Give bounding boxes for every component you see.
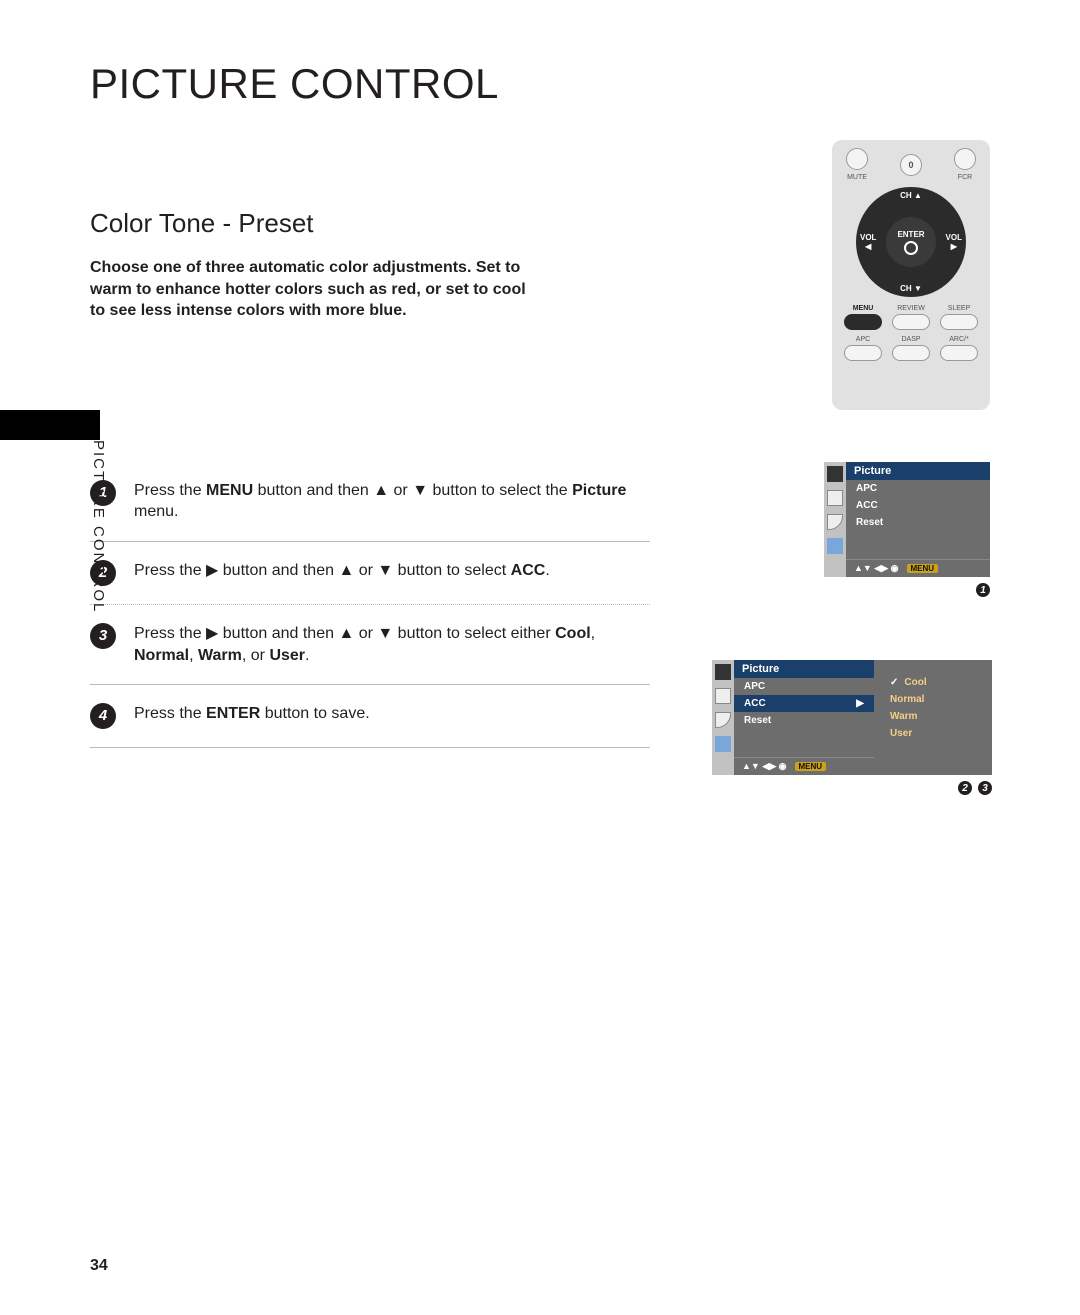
arc-label: ARC/* [949,336,968,343]
ch-up-label: CH ▲ [900,191,922,200]
osd2-item-acc-selected: ACC ▶ [734,695,874,712]
osd2-opt-cool: ✓Cool [874,674,992,691]
page-title: PICTURE CONTROL [90,60,990,108]
apc-button [844,345,882,361]
arc-button [940,345,978,361]
osd-icon-picture [715,664,731,680]
menu-label: MENU [853,305,874,312]
osd2-opt-normal: Normal [874,691,992,708]
osd-screenshot-2: Picture APC ACC ▶ Reset ▲▼ ◀▶ ◉ MENU ✓Co… [712,660,992,795]
enter-button: ENTER [886,217,936,267]
apc-label: APC [856,336,870,343]
side-tab [0,410,100,440]
dasp-label: DASP [901,336,920,343]
step-3-number: 3 [90,623,116,649]
step-4-text: Press the ENTER button to save. [134,703,650,729]
step-4-number: 4 [90,703,116,729]
osd1-footer: ▲▼ ◀▶ ◉ MENU [846,559,990,577]
osd1-menu: Picture APC ACC Reset ▲▼ ◀▶ ◉ MENU [846,462,990,577]
sleep-button [940,314,978,330]
osd2-submenu: ✓Cool Normal Warm User [874,660,992,775]
osd-icon-arc [827,514,843,530]
osd-screenshot-1: Picture APC ACC Reset ▲▼ ◀▶ ◉ MENU 1 [824,462,990,597]
step-2-text: Press the ▶ button and then ▲ or ▼ butto… [134,560,650,586]
step-3-text: Press the ▶ button and then ▲ or ▼ butto… [134,623,650,666]
review-label: REVIEW [897,305,925,312]
osd2-badge-3: 3 [978,781,992,795]
fcr-button [954,148,976,170]
osd1-badge-1: 1 [976,583,990,597]
osd2-icons [712,660,734,775]
menu-button [844,314,882,330]
osd1-nav-icons: ▲▼ ◀▶ ◉ [854,563,899,574]
side-label: PICTURE CONTROL [90,440,107,613]
dpad: CH ▲ CH ▼ VOL◀ VOL▶ ENTER [856,187,966,297]
osd2-menu: Picture APC ACC ▶ Reset ▲▼ ◀▶ ◉ MENU [734,660,874,775]
osd2-nav-icons: ▲▼ ◀▶ ◉ [742,761,787,772]
osd2-footer: ▲▼ ◀▶ ◉ MENU [734,757,874,775]
enter-label: ENTER [897,230,924,239]
check-icon: ✓ [890,677,898,688]
vol-right-label: VOL▶ [946,233,962,251]
vol-left-label: VOL◀ [860,233,876,251]
step-1-text: Press the MENU button and then ▲ or ▼ bu… [134,480,650,523]
osd1-menu-badge: MENU [907,564,939,573]
mute-button [846,148,868,170]
page-number: 34 [90,1257,108,1275]
osd1-item-apc: APC [846,480,990,497]
steps-list: 1 Press the MENU button and then ▲ or ▼ … [90,462,650,748]
page: PICTURE CONTROL PICTURE CONTROL Color To… [0,0,1080,1315]
osd-icon-page [715,688,731,704]
osd2-badge-2: 2 [958,781,972,795]
osd2-opt-user: User [874,725,992,742]
ch-down-label: CH ▼ [900,284,922,293]
osd2-item-reset: Reset [734,712,874,729]
review-button [892,314,930,330]
remote-control-illustration: MUTE 0 FCR CH ▲ CH ▼ VOL◀ VOL▶ ENTER MEN… [832,140,990,410]
step-1: 1 Press the MENU button and then ▲ or ▼ … [90,462,650,542]
osd1-icons [824,462,846,577]
step-2: 2 Press the ▶ button and then ▲ or ▼ but… [90,542,650,605]
sleep-label: SLEEP [948,305,971,312]
osd1-header: Picture [846,462,990,480]
osd-icon-page [827,490,843,506]
osd2-item-apc: APC [734,678,874,695]
dasp-button [892,345,930,361]
zero-button: 0 [900,154,922,176]
osd2-opt-warm: Warm [874,708,992,725]
osd1-item-acc: ACC [846,497,990,514]
osd2-menu-badge: MENU [795,762,827,771]
osd2-header: Picture [734,660,874,678]
osd-icon-picture [827,466,843,482]
chevron-right-icon: ▶ [856,698,864,709]
osd1-item-reset: Reset [846,514,990,531]
fcr-label: FCR [958,174,972,181]
osd-icon-star [715,736,731,752]
step-3: 3 Press the ▶ button and then ▲ or ▼ but… [90,605,650,685]
section-intro: Choose one of three automatic color adju… [90,257,530,322]
mute-label: MUTE [847,174,867,181]
osd-icon-star [827,538,843,554]
step-4: 4 Press the ENTER button to save. [90,685,650,748]
osd-icon-arc [715,712,731,728]
enter-dot-icon [904,241,918,255]
